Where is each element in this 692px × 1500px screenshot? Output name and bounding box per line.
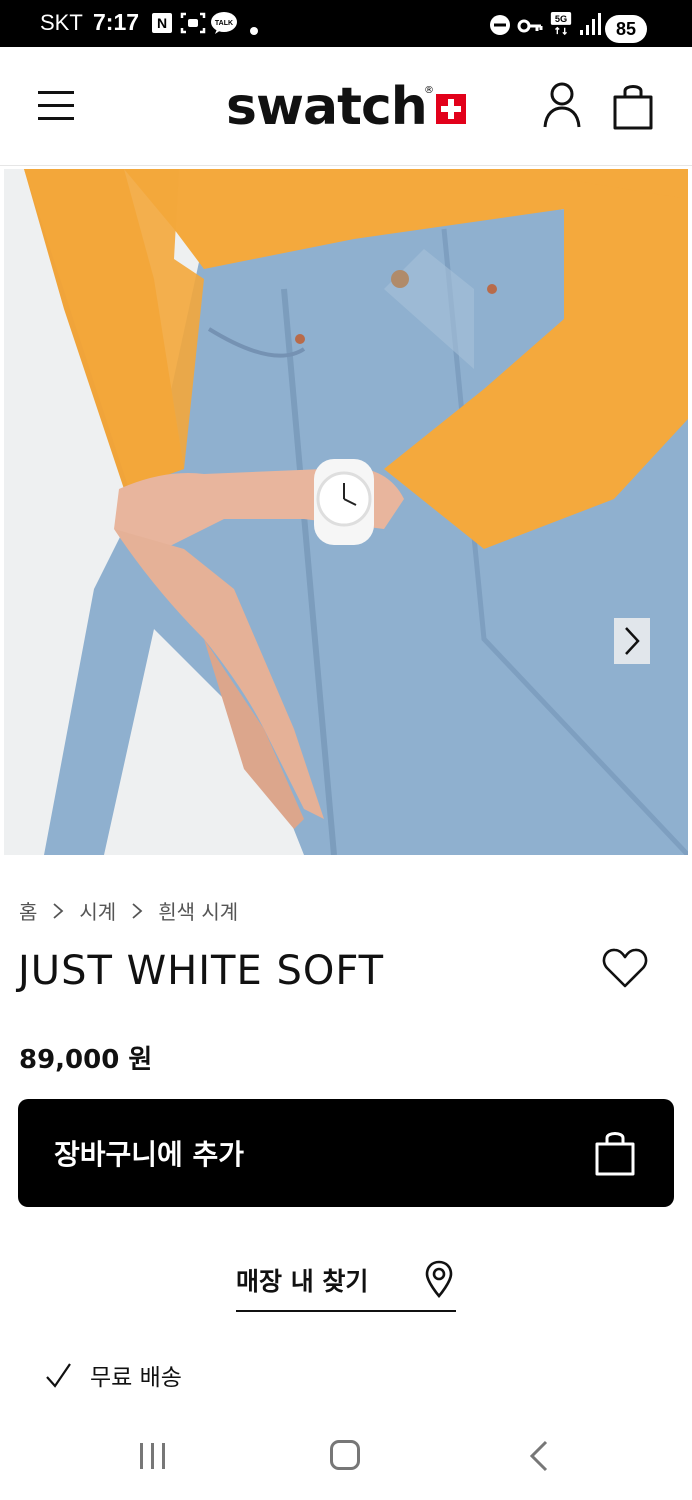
carrier-label: SKT: [40, 10, 83, 35]
system-navigation-bar: [0, 1420, 692, 1500]
menu-icon-bar: [38, 104, 74, 107]
account-icon[interactable]: [542, 81, 582, 129]
clock: 7:17: [93, 9, 140, 35]
menu-icon-bar: [38, 117, 74, 120]
find-in-store-label: 매장 내 찾기: [236, 1267, 369, 1296]
chevron-right-icon: [53, 902, 64, 919]
swatch-logo[interactable]: swatch: [226, 77, 428, 137]
model-wearing-watch-image: [4, 169, 688, 855]
add-to-cart-button[interactable]: 장바구니에 추가: [18, 1099, 674, 1207]
free-shipping-label: 무료 배송: [90, 1365, 182, 1391]
chevron-right-icon: [625, 627, 640, 655]
battery-indicator: 85: [605, 15, 647, 43]
free-shipping-row: 무료 배송: [44, 1358, 182, 1392]
naver-notification-icon: N: [152, 13, 172, 33]
shopping-bag-icon[interactable]: [611, 81, 655, 131]
logo-registered-mark: ®: [424, 85, 434, 96]
product-price: 89,000 원: [19, 1045, 153, 1075]
swiss-cross-icon: [436, 94, 466, 124]
chevron-right-icon: [132, 902, 143, 919]
location-pin-icon: [425, 1260, 453, 1298]
breadcrumb-home[interactable]: 홈: [19, 896, 37, 925]
checkmark-icon: [46, 1363, 71, 1388]
breadcrumb-watches[interactable]: 시계: [79, 896, 116, 925]
vpn-key-icon: [517, 19, 543, 33]
next-image-button[interactable]: [614, 618, 650, 664]
recent-apps-icon[interactable]: [138, 1442, 168, 1470]
screenshot-icon: [180, 12, 206, 34]
status-bar: SKT 7:17 N TALK 5G 85: [0, 0, 692, 47]
do-not-disturb-icon: [490, 15, 510, 35]
notification-dot-icon: [250, 27, 258, 35]
menu-button[interactable]: [38, 91, 76, 121]
back-icon[interactable]: [528, 1440, 550, 1472]
signal-strength-icon: [580, 13, 601, 35]
shopping-bag-icon: [595, 1132, 635, 1176]
svg-text:5G: 5G: [555, 14, 567, 24]
menu-icon: [38, 91, 74, 94]
breadcrumb: 홈 시계 흰색 시계: [19, 896, 238, 925]
site-header: swatch ®: [0, 47, 692, 166]
product-image[interactable]: [4, 169, 688, 855]
svg-text:TALK: TALK: [215, 20, 233, 27]
talk-message-icon: TALK: [211, 12, 237, 34]
add-to-cart-label: 장바구니에 추가: [54, 1138, 245, 1171]
breadcrumb-white-watches[interactable]: 흰색 시계: [158, 896, 238, 925]
home-icon[interactable]: [330, 1440, 360, 1470]
wishlist-heart-icon[interactable]: [602, 946, 648, 990]
find-in-store-link[interactable]: 매장 내 찾기: [236, 1256, 456, 1312]
product-title: JUST WHITE SOFT: [18, 948, 385, 994]
network-5g-icon: 5G: [550, 12, 572, 36]
